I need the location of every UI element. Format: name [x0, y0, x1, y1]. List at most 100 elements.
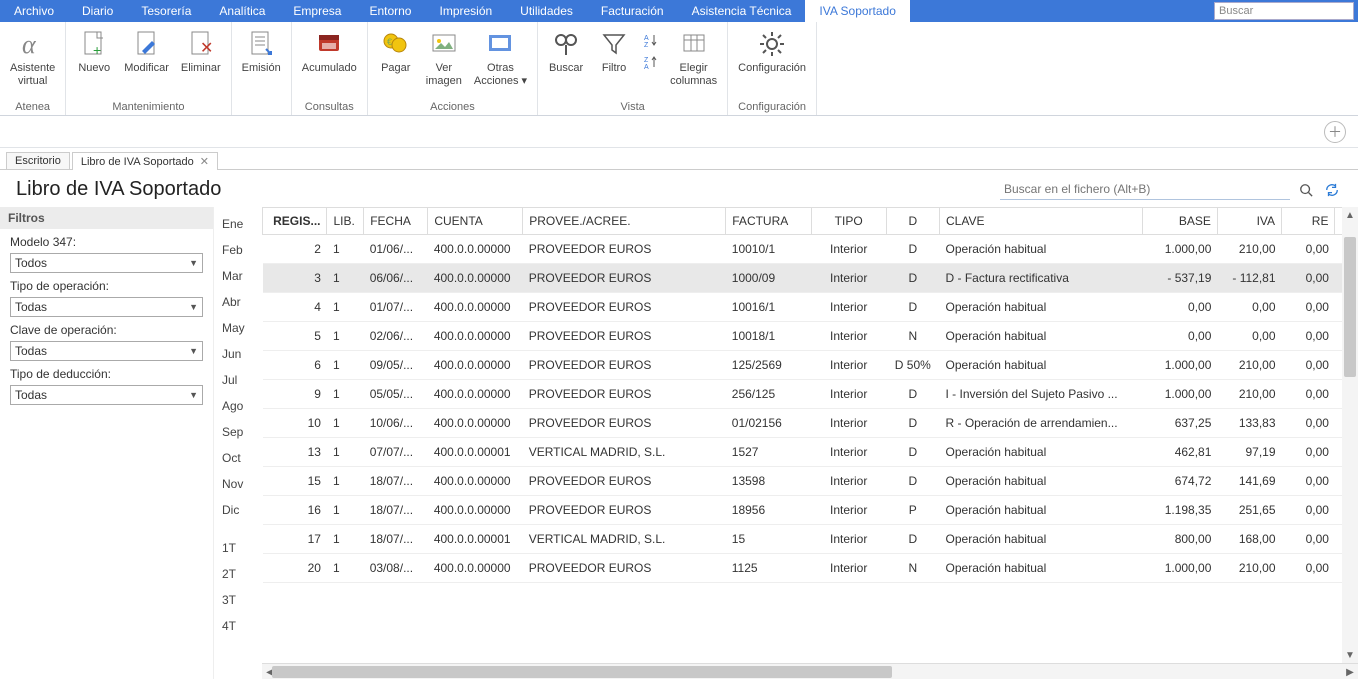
search-icon[interactable] [1296, 180, 1316, 200]
ribbon-btn-configuraci-n[interactable]: Configuración [734, 26, 810, 77]
table-row[interactable]: 6109/05/...400.0.0.00000PROVEEDOR EUROS1… [263, 351, 1358, 380]
ribbon-btn-eliminar[interactable]: ✕Eliminar [177, 26, 225, 77]
table-row[interactable]: 16118/07/...400.0.0.00000PROVEEDOR EUROS… [263, 496, 1358, 525]
ribbon-btn-otras[interactable]: OtrasAcciones ▾ [470, 26, 531, 90]
table-row[interactable]: 10110/06/...400.0.0.00000PROVEEDOR EUROS… [263, 409, 1358, 438]
add-button[interactable]: ＋ [1324, 121, 1346, 143]
month-jun[interactable]: Jun [214, 341, 262, 367]
ribbon-btn-label: Filtro [602, 62, 626, 75]
menu-item-iva-soportado[interactable]: IVA Soportado [805, 0, 910, 22]
month-3t[interactable]: 3T [214, 587, 262, 613]
month-nov[interactable]: Nov [214, 471, 262, 497]
menu-item-empresa[interactable]: Empresa [279, 0, 355, 22]
month-feb[interactable]: Feb [214, 237, 262, 263]
ribbon-btn-buscar[interactable]: Buscar [544, 26, 588, 77]
ribbon-btn-modificar[interactable]: Modificar [120, 26, 173, 77]
col-header-cuenta[interactable]: CUENTA [428, 208, 523, 235]
table-row[interactable]: 5102/06/...400.0.0.00000PROVEEDOR EUROS1… [263, 322, 1358, 351]
month-mar[interactable]: Mar [214, 263, 262, 289]
cell-tipo: Interior [811, 351, 886, 380]
file-search-input[interactable] [1000, 179, 1290, 200]
menu-item-impresi-n[interactable]: Impresión [425, 0, 506, 22]
menubar: ArchivoDiarioTesoreríaAnalíticaEmpresaEn… [0, 0, 1358, 22]
cell-provee: PROVEEDOR EUROS [523, 235, 726, 264]
cell-provee: PROVEEDOR EUROS [523, 293, 726, 322]
vertical-scrollbar[interactable]: ▲ ▼ [1342, 207, 1358, 663]
menu-item-anal-tica[interactable]: Analítica [205, 0, 279, 22]
month-4t[interactable]: 4T [214, 613, 262, 639]
col-header-clave[interactable]: CLAVE [940, 208, 1143, 235]
ribbon-btn-nuevo[interactable]: +Nuevo [72, 26, 116, 77]
close-icon[interactable]: ✕ [200, 155, 209, 168]
month-sep[interactable]: Sep [214, 419, 262, 445]
menu-item-facturaci-n[interactable]: Facturación [587, 0, 678, 22]
month-2t[interactable]: 2T [214, 561, 262, 587]
month-1t[interactable]: 1T [214, 535, 262, 561]
horizontal-scroll-thumb[interactable] [272, 666, 892, 678]
month-may[interactable]: May [214, 315, 262, 341]
cell-iva: 210,00 [1217, 554, 1281, 583]
grid-scroll[interactable]: REGIS...LIB.FECHACUENTAPROVEE./ACREE.FAC… [262, 207, 1358, 663]
month-ago[interactable]: Ago [214, 393, 262, 419]
cell-regis: 2 [263, 235, 327, 264]
menu-item-diario[interactable]: Diario [68, 0, 127, 22]
svg-text:€: € [387, 37, 392, 47]
filter-label: Tipo de deducción: [10, 367, 203, 381]
filter-select[interactable]: Todas▼ [10, 385, 203, 405]
month-dic[interactable]: Dic [214, 497, 262, 523]
table-row[interactable]: 15118/07/...400.0.0.00000PROVEEDOR EUROS… [263, 467, 1358, 496]
cell-tipo: Interior [811, 293, 886, 322]
cell-d: P [886, 496, 939, 525]
menu-item-asistencia-t-cnica[interactable]: Asistencia Técnica [678, 0, 806, 22]
global-search-input[interactable]: Buscar [1214, 2, 1354, 20]
table-row[interactable]: 9105/05/...400.0.0.00000PROVEEDOR EUROS2… [263, 380, 1358, 409]
ribbon-btn-pagar[interactable]: €Pagar [374, 26, 418, 77]
vertical-scroll-thumb[interactable] [1344, 237, 1356, 377]
ribbon-btn-asistente[interactable]: αAsistentevirtual [6, 26, 59, 90]
menu-item-entorno[interactable]: Entorno [355, 0, 425, 22]
menu-item-utilidades[interactable]: Utilidades [506, 0, 587, 22]
table-row[interactable]: 4101/07/...400.0.0.00000PROVEEDOR EUROS1… [263, 293, 1358, 322]
month-jul[interactable]: Jul [214, 367, 262, 393]
ribbon-btn-ver[interactable]: Verimagen [422, 26, 466, 90]
table-row[interactable]: 2101/06/...400.0.0.00000PROVEEDOR EUROS1… [263, 235, 1358, 264]
horizontal-scrollbar[interactable]: ◀ ▶ [262, 663, 1358, 679]
scroll-right-arrow-icon[interactable]: ▶ [1342, 664, 1358, 679]
col-header-iva[interactable]: IVA [1217, 208, 1281, 235]
col-header-regis[interactable]: REGIS... [263, 208, 327, 235]
doc-tab-libro-de-iva-soportado[interactable]: Libro de IVA Soportado✕ [72, 152, 218, 170]
cell-d: D [886, 380, 939, 409]
col-header-fecha[interactable]: FECHA [364, 208, 428, 235]
ribbon-btn-filtro[interactable]: Filtro [592, 26, 636, 77]
scroll-up-arrow-icon[interactable]: ▲ [1342, 207, 1358, 223]
month-oct[interactable]: Oct [214, 445, 262, 471]
refresh-icon[interactable] [1322, 180, 1342, 200]
col-header-base[interactable]: BASE [1143, 208, 1218, 235]
scroll-down-arrow-icon[interactable]: ▼ [1342, 647, 1358, 663]
cell-cuenta: 400.0.0.00000 [428, 322, 523, 351]
cell-iva: - 112,81 [1217, 264, 1281, 293]
col-header-lib[interactable]: LIB. [327, 208, 364, 235]
ribbon-btn-acumulado[interactable]: Acumulado [298, 26, 361, 77]
col-header-d[interactable]: D [886, 208, 939, 235]
sortza-icon[interactable]: ZA [640, 52, 662, 72]
month-ene[interactable]: Ene [214, 211, 262, 237]
sortaz-icon[interactable]: AZ [640, 30, 662, 50]
filter-select[interactable]: Todos▼ [10, 253, 203, 273]
filter-select[interactable]: Todas▼ [10, 341, 203, 361]
ribbon-btn-emisi-n[interactable]: Emisión [238, 26, 285, 77]
col-header-factura[interactable]: FACTURA [726, 208, 812, 235]
menu-item-archivo[interactable]: Archivo [0, 0, 68, 22]
menu-item-tesorer-a[interactable]: Tesorería [127, 0, 205, 22]
table-row[interactable]: 3106/06/...400.0.0.00000PROVEEDOR EUROS1… [263, 264, 1358, 293]
table-row[interactable]: 13107/07/...400.0.0.00001VERTICAL MADRID… [263, 438, 1358, 467]
month-abr[interactable]: Abr [214, 289, 262, 315]
col-header-re[interactable]: RE [1282, 208, 1335, 235]
filter-select[interactable]: Todas▼ [10, 297, 203, 317]
col-header-tipo[interactable]: TIPO [811, 208, 886, 235]
ribbon-btn-elegir[interactable]: Elegircolumnas [666, 26, 721, 90]
table-row[interactable]: 20103/08/...400.0.0.00000PROVEEDOR EUROS… [263, 554, 1358, 583]
table-row[interactable]: 17118/07/...400.0.0.00001VERTICAL MADRID… [263, 525, 1358, 554]
col-header-provee[interactable]: PROVEE./ACREE. [523, 208, 726, 235]
doc-tab-escritorio[interactable]: Escritorio [6, 152, 70, 169]
